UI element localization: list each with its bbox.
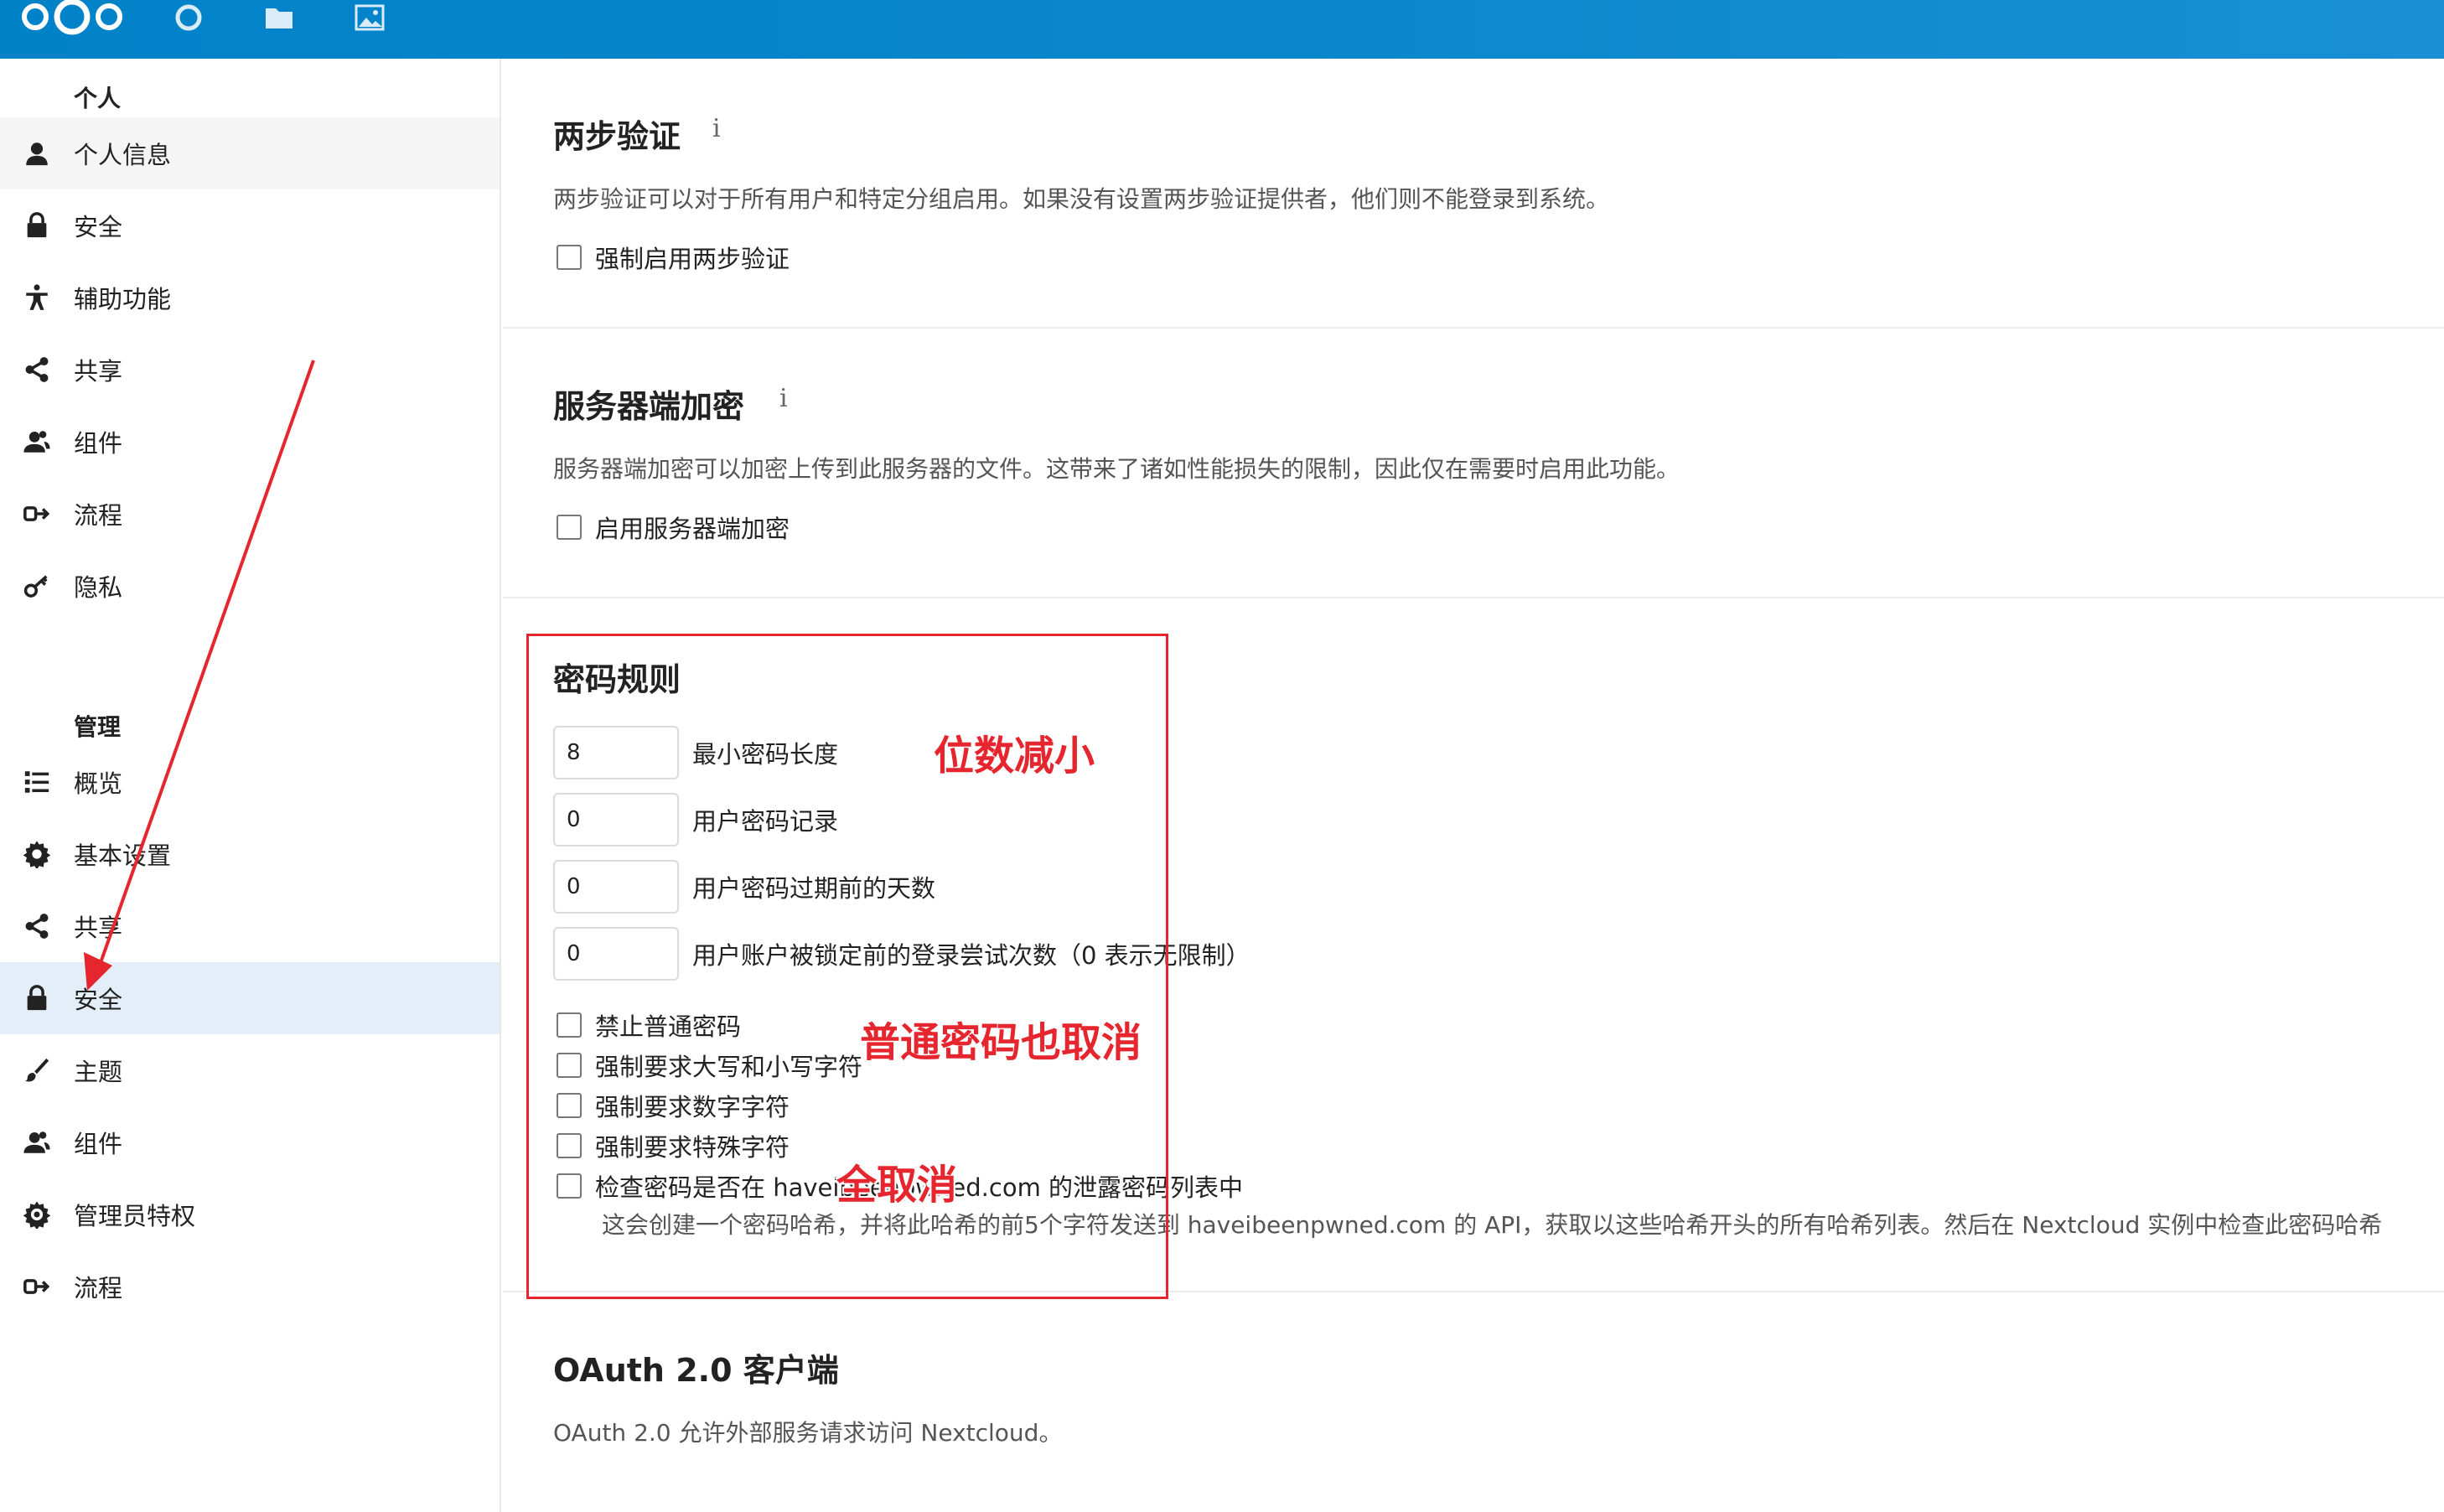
sidebar-item-personal-info[interactable]: 个人信息 xyxy=(0,117,500,189)
lock-icon xyxy=(0,189,74,261)
sidebar-item-sharing-admin[interactable]: 共享 xyxy=(0,890,500,962)
sidebar-item-label: 共享 xyxy=(74,914,123,942)
sidebar-item-accessibility[interactable]: 辅助功能 xyxy=(0,261,500,334)
sidebar-item-label: 辅助功能 xyxy=(74,285,172,313)
flow-icon xyxy=(0,478,74,550)
section-divider xyxy=(503,597,2444,598)
sidebar-item-groupware-admin[interactable]: 组件 xyxy=(0,1106,500,1178)
dashboard-app-icon[interactable] xyxy=(173,2,205,34)
enforce-two-factor-checkbox[interactable] xyxy=(557,245,582,270)
two-factor-description: 两步验证可以对于所有用户和特定分组启用。如果没有设置两步验证提供者，他们则不能登… xyxy=(553,185,1610,213)
sidebar-item-label: 共享 xyxy=(74,357,123,386)
sidebar-item-label: 组件 xyxy=(74,429,123,458)
files-app-icon[interactable] xyxy=(263,2,295,34)
admin-heading: 管理 xyxy=(74,713,122,741)
sidebar-item-privacy[interactable]: 隐私 xyxy=(0,550,500,622)
section-divider xyxy=(503,327,2444,329)
gear-icon xyxy=(0,818,74,890)
list-icon xyxy=(0,746,74,818)
two-factor-title: 两步验证 xyxy=(553,118,681,155)
sidebar-item-theming[interactable]: 主题 xyxy=(0,1034,500,1106)
sidebar-item-label: 基本设置 xyxy=(74,841,172,870)
share-icon xyxy=(0,890,74,962)
encryption-info-icon[interactable]: i xyxy=(779,384,788,413)
group-icon xyxy=(0,406,74,478)
two-factor-info-icon[interactable]: i xyxy=(712,114,721,143)
flow-icon xyxy=(0,1251,74,1323)
annotation-all-cancel: 全取消 xyxy=(836,1162,958,1209)
key-icon xyxy=(0,550,74,622)
checkbox-label: 启用服务器端加密 xyxy=(595,515,790,543)
sidebar-item-label: 安全 xyxy=(74,213,123,241)
nextcloud-logo-icon[interactable] xyxy=(18,0,126,40)
oauth-description: OAuth 2.0 允许外部服务请求访问 Nextcloud。 xyxy=(553,1419,1063,1447)
lock-icon xyxy=(0,962,74,1034)
enable-encryption-option[interactable]: 启用服务器端加密 xyxy=(557,510,790,545)
personal-heading: 个人 xyxy=(74,85,122,112)
encryption-description: 服务器端加密可以加密上传到此服务器的文件。这带来了诸如性能损失的限制，因此仅在需… xyxy=(553,455,1680,483)
sidebar-item-label: 安全 xyxy=(74,986,123,1014)
group-icon xyxy=(0,1106,74,1178)
sidebar-item-overview[interactable]: 概览 xyxy=(0,746,500,818)
photos-app-icon[interactable] xyxy=(354,2,386,34)
user-icon xyxy=(0,117,74,189)
sidebar-item-label: 管理员特权 xyxy=(74,1202,196,1230)
annotation-reduce-digits: 位数减小 xyxy=(934,733,1095,779)
enable-encryption-checkbox[interactable] xyxy=(557,515,582,540)
sidebar-item-label: 个人信息 xyxy=(74,141,172,169)
sidebar-item-label: 组件 xyxy=(74,1130,123,1158)
sidebar-item-flow-admin[interactable]: 流程 xyxy=(0,1251,500,1323)
sidebar-item-admin-privileges[interactable]: 管理员特权 xyxy=(0,1178,500,1251)
accessibility-icon xyxy=(0,261,74,334)
sidebar-item-label: 概览 xyxy=(74,769,123,798)
top-header xyxy=(0,0,2444,59)
sidebar-item-label: 流程 xyxy=(74,1274,123,1302)
enforce-two-factor-option[interactable]: 强制启用两步验证 xyxy=(557,240,790,275)
encryption-title: 服务器端加密 xyxy=(553,388,745,425)
oauth-title: OAuth 2.0 客户端 xyxy=(553,1352,839,1389)
share-icon xyxy=(0,334,74,406)
gear-admin-icon xyxy=(0,1178,74,1251)
sidebar-item-sharing-personal[interactable]: 共享 xyxy=(0,334,500,406)
sidebar-item-label: 主题 xyxy=(74,1058,123,1086)
checkbox-label: 强制启用两步验证 xyxy=(595,245,790,273)
sidebar-item-label: 隐私 xyxy=(74,573,123,602)
sidebar-item-security-personal[interactable]: 安全 xyxy=(0,189,500,261)
sidebar-item-basic-settings[interactable]: 基本设置 xyxy=(0,818,500,890)
sidebar-item-security-admin[interactable]: 安全 xyxy=(0,962,500,1034)
sidebar-item-flow-personal[interactable]: 流程 xyxy=(0,478,500,550)
brush-icon xyxy=(0,1034,74,1106)
sidebar-item-groupware-personal[interactable]: 组件 xyxy=(0,406,500,478)
annotation-common-cancel: 普通密码也取消 xyxy=(860,1019,1142,1066)
settings-sidebar: 个人 个人信息 安全 辅助功能 共享 组件 流程 隐私 管理 概览 基本设置 共… xyxy=(0,59,501,1512)
sidebar-item-label: 流程 xyxy=(74,501,123,530)
